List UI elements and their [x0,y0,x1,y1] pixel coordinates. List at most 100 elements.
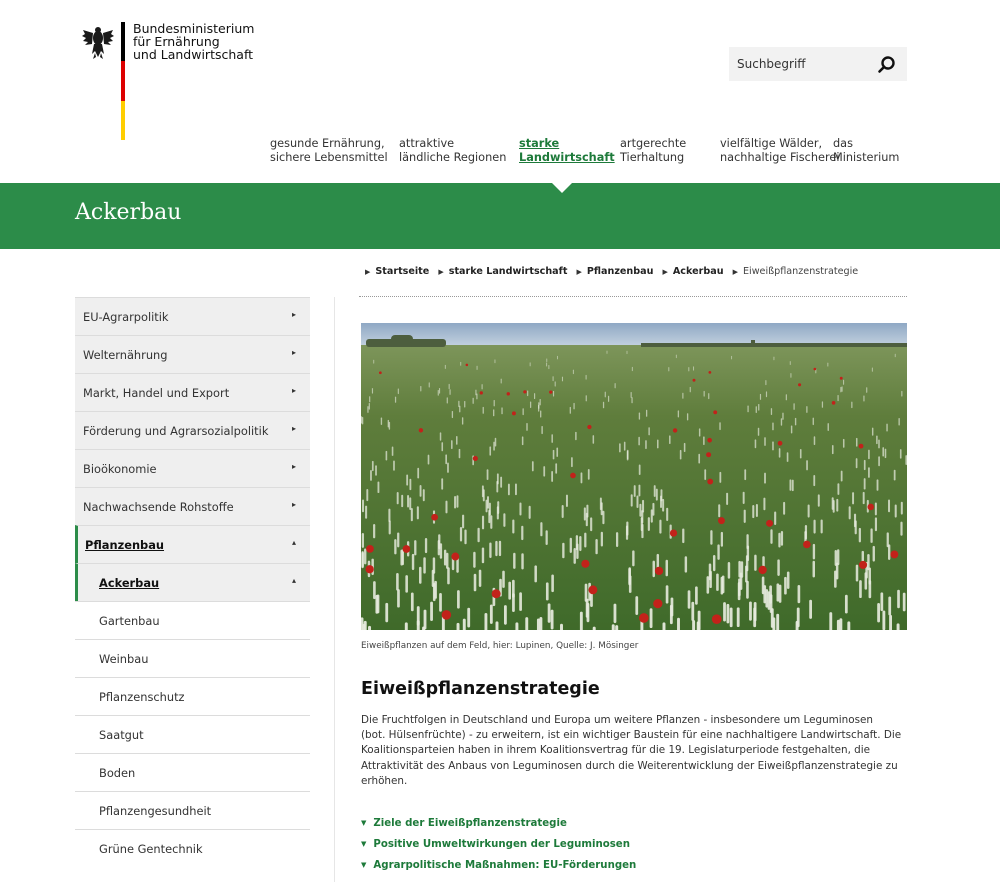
accordion-label: Ziele der Eiweißpflanzenstrategie [373,818,567,829]
sidebar-item-boden[interactable]: Boden [75,753,310,791]
breadcrumb-arrow-icon: ▶ [662,268,668,276]
accordion-umweltwirkungen[interactable]: ▼ Positive Umweltwirkungen der Leguminose… [361,839,636,860]
sidebar-item-pflanzenschutz[interactable]: Pflanzenschutz [75,677,310,715]
nav-item-tierhaltung[interactable]: artgerechte Tierhaltung [620,137,686,165]
sidebar-item-nachwachsende-rohstoffe[interactable]: Nachwachsende Rohstoffe ▸ [75,487,310,525]
accordion-eu-foerderungen[interactable]: ▼ Agrarpolitische Maßnahmen: EU-Förderung… [361,860,636,881]
nav-item-line: Tierhaltung [620,151,685,164]
poppy-flower [472,455,478,461]
sidebar-item-label: Weinbau [99,652,149,666]
sidebar-item-label: Nachwachsende Rohstoffe [83,500,234,514]
nav-item-line: nachhaltige Fischerei [720,151,840,164]
poppy-flower [639,613,649,623]
poppy-flower [654,566,664,576]
sidebar-item-label: Gartenbau [99,614,160,628]
breadcrumb-current: Eiweißpflanzenstrategie [742,266,859,277]
chevron-right-icon: ▸ [291,386,296,395]
nav-item-line: attraktive [399,137,455,150]
poppy-flower [570,472,576,479]
nav-item-regionen[interactable]: attraktive ländliche Regionen [399,137,506,165]
lupine-field-photo [361,323,907,630]
breadcrumb-divider [359,296,907,297]
poppy-flower [711,614,722,625]
sidebar-item-biooekonomie[interactable]: Bioökonomie ▸ [75,449,310,487]
chevron-up-icon: ▴ [291,538,296,547]
poppy-flower [653,598,663,609]
sidebar-item-pflanzengesundheit[interactable]: Pflanzengesundheit [75,791,310,829]
paragraph-line: (bot. Hülsenfrüchte) - zu erweitern, ist… [361,729,902,742]
section-title: Ackerbau [75,200,182,225]
chevron-right-icon: ▸ [291,500,296,509]
poppy-flower [523,390,527,394]
nav-item-line: vielfältige Wälder, [720,137,823,150]
search-button[interactable] [877,55,897,75]
sidebar-item-eu-agrarpolitik[interactable]: EU-Agrarpolitik ▸ [75,297,310,335]
nav-item-line: sichere Lebensmittel [270,151,388,164]
ministry-name-logo[interactable]: Bundesministerium für Ernährung und Land… [133,22,254,61]
poppy-flower [858,560,868,569]
sidebar-item-weinbau[interactable]: Weinbau [75,639,310,677]
sidebar-item-gartenbau[interactable]: Gartenbau [75,601,310,639]
poppy-flower [867,503,875,511]
nav-item-line: das [833,137,853,150]
main-navigation: gesunde Ernährung, sichere Lebensmittel … [0,137,1000,171]
poppy-flower [777,440,783,446]
photo-caption: Eiweißpflanzen auf dem Feld, hier: Lupin… [361,641,639,651]
paragraph-line: Attraktivität des Anbaus von Leguminosen… [361,759,898,772]
expandable-sections: ▼ Ziele der Eiweißpflanzenstrategie ▼ Posi… [361,818,636,881]
sidebar-item-label: Welternährung [83,348,168,362]
nav-item-ernaehrung[interactable]: gesunde Ernährung, sichere Lebensmittel [270,137,388,165]
article-paragraph: Die Fruchtfolgen in Deutschland und Euro… [361,713,921,789]
breadcrumb-link-ackerbau[interactable]: Ackerbau [673,266,724,277]
article-title: Eiweißpflanzenstrategie [361,679,600,699]
poppy-flower [366,545,374,553]
poppy-flower [839,376,843,380]
accordion-label: Positive Umweltwirkungen der Leguminosen [373,839,630,850]
poppy-flower [491,589,501,599]
sidebar-item-pflanzenbau[interactable]: Pflanzenbau ▴ [75,525,310,563]
sidebar-item-ackerbau[interactable]: Ackerbau ▴ [75,563,310,601]
poppy-flower [479,391,483,395]
poppy-flower [758,565,767,575]
poppy-flower [813,367,817,371]
chevron-right-icon: ▸ [291,310,296,319]
nav-item-line: Landwirtschaft [519,151,615,164]
flag-stripe-gold [121,100,125,140]
nav-item-line: starke [519,137,560,150]
sidebar-item-label: Grüne Gentechnik [99,842,203,856]
nav-item-ministerium[interactable]: das Ministerium [833,137,899,165]
poppy-flower [587,424,592,430]
chevron-right-icon: ▸ [291,348,296,357]
poppy-flower [798,383,802,387]
search-box [729,47,907,81]
expand-arrow-icon: ▼ [361,840,367,848]
poppy-flower [831,401,836,405]
breadcrumb-link-pflanzenbau[interactable]: Pflanzenbau [587,266,654,277]
poppy-flower [511,411,516,416]
paragraph-line: Koalitionsparteien haben in ihrem Koalit… [361,744,871,757]
sidebar-item-label: Pflanzenbau [85,538,165,552]
sidebar-item-foerderung[interactable]: Förderung und Agrarsozialpolitik ▸ [75,411,310,449]
section-banner: Ackerbau [0,183,1000,249]
poppy-flower [418,428,424,433]
poppy-flower [581,559,590,568]
sidebar-item-welternaehrung[interactable]: Welternährung ▸ [75,335,310,373]
search-input[interactable] [737,54,857,74]
federal-eagle-icon [82,24,114,60]
sidebar-item-markt-handel[interactable]: Markt, Handel und Export ▸ [75,373,310,411]
accordion-ziele[interactable]: ▼ Ziele der Eiweißpflanzenstrategie [361,818,636,839]
nav-item-waelder[interactable]: vielfältige Wälder, nachhaltige Fischere… [720,137,839,165]
breadcrumb-arrow-icon: ▶ [576,268,582,276]
nav-item-landwirtschaft[interactable]: starke Landwirtschaft [519,137,615,165]
column-divider [334,297,335,882]
sidebar-item-label: Ackerbau [99,576,160,590]
expand-arrow-icon: ▼ [361,861,367,869]
poppy-flower [707,437,712,443]
breadcrumb-link-startseite[interactable]: Startseite [375,266,429,277]
expand-arrow-icon: ▼ [361,819,367,827]
sidebar-item-label: Bioökonomie [83,462,157,476]
sidebar-item-saatgut[interactable]: Saatgut [75,715,310,753]
poppy-flower [706,452,712,458]
sidebar-item-gruene-gentechnik[interactable]: Grüne Gentechnik [75,829,310,867]
breadcrumb-link-landwirtschaft[interactable]: starke Landwirtschaft [449,266,568,277]
